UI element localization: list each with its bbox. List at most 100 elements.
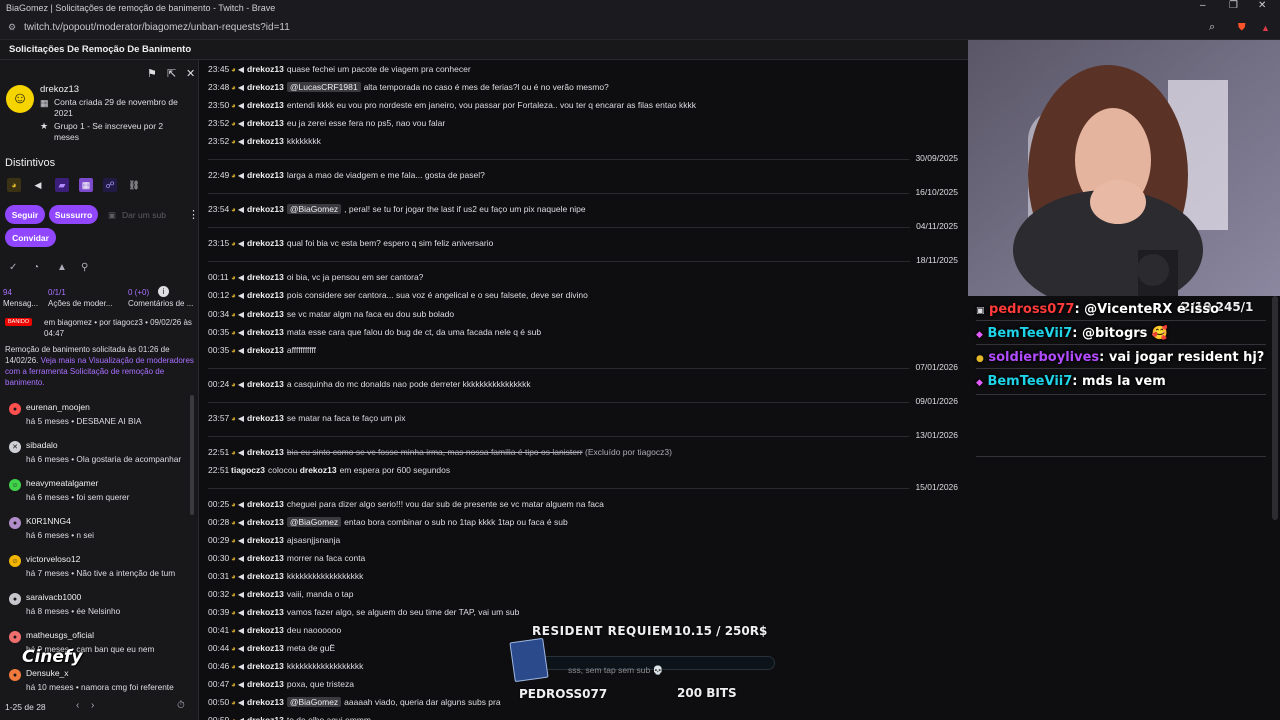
- check-icon[interactable]: ✓: [9, 262, 17, 273]
- message-username[interactable]: drekoz13: [247, 625, 284, 635]
- message-username[interactable]: drekoz13: [247, 136, 284, 146]
- chat-message[interactable]: 23:45 ◕ ◀ drekoz13 quase fechei um pacote de…: [208, 62, 471, 76]
- message-username[interactable]: drekoz13: [247, 64, 284, 74]
- info-icon[interactable]: i: [158, 286, 169, 297]
- chat-message[interactable]: 00:59◕◀drekoz13to de olho aqui emmm: [208, 713, 371, 720]
- message-username[interactable]: drekoz13: [247, 170, 284, 180]
- message-username[interactable]: drekoz13: [247, 715, 284, 720]
- gift-sub-button[interactable]: Dar um sub: [122, 210, 166, 220]
- message-username[interactable]: drekoz13: [247, 327, 284, 337]
- mention[interactable]: @BiaGomez: [286, 697, 342, 708]
- badge-5-icon[interactable]: ☍: [103, 178, 117, 192]
- restore-icon[interactable]: ❐: [1229, 0, 1238, 11]
- mod-actions-label[interactable]: Ações de moder...: [48, 299, 112, 308]
- message-username[interactable]: drekoz13: [247, 82, 284, 92]
- message-username[interactable]: drekoz13: [300, 465, 337, 475]
- chat-message[interactable]: 00:30 ◕ ◀ drekoz13 morrer na faca conta: [208, 551, 365, 565]
- message-username[interactable]: drekoz13: [247, 272, 284, 282]
- mute-badge-icon[interactable]: ◀: [31, 178, 45, 192]
- chat-message[interactable]: 23:48 ◕ ◀ drekoz13 @LucasCRF1981 alta tempora…: [208, 80, 609, 94]
- chat-message[interactable]: 23:52 ◕ ◀ drekoz13 eu ja zerei esse fera no …: [208, 116, 445, 130]
- chat-message[interactable]: 23:15 ◕ ◀ drekoz13 qual foi bia vc esta bem?…: [208, 236, 493, 250]
- list-item[interactable]: ● eurenan_moojen há 5 meses • DESBANE AI…: [0, 398, 190, 436]
- warning-icon[interactable]: ▲: [57, 262, 67, 273]
- list-item[interactable]: ✕ sibadalo há 6 meses • Ola gostaria de …: [0, 436, 190, 474]
- message-username[interactable]: drekoz13: [247, 345, 284, 355]
- brave-shield-icon[interactable]: ⛊: [1238, 22, 1246, 33]
- chat-message[interactable]: 00:39 ◕ ◀ drekoz13 vamos fazer algo, se algu…: [208, 605, 519, 619]
- message-username[interactable]: drekoz13: [247, 379, 284, 389]
- comments-label[interactable]: Comentários de ...: [128, 299, 193, 308]
- message-username[interactable]: drekoz13: [247, 100, 284, 110]
- refresh-icon[interactable]: ⏱: [177, 700, 185, 711]
- chat-message[interactable]: 00:31 ◕ ◀ drekoz13 kkkkkkkkkkkkkkkkkk: [208, 569, 363, 583]
- message-username[interactable]: drekoz13: [247, 607, 284, 617]
- chat-message[interactable]: 00:35 ◕ ◀ drekoz13 afffffffffff: [208, 343, 316, 357]
- chat-message[interactable]: 00:46 ◕ ◀ drekoz13 kkkkkkkkkkkkkkkkkk: [208, 659, 363, 673]
- minimize-icon[interactable]: –: [1200, 0, 1206, 11]
- message-username[interactable]: drekoz13: [247, 238, 284, 248]
- add-mod-icon[interactable]: ⚲: [81, 262, 88, 273]
- chat-message[interactable]: 23:54 ◕ ◀ drekoz13 @BiaGomez, peral! se tu f…: [208, 202, 586, 216]
- badge-6-icon[interactable]: ⛓: [127, 178, 141, 192]
- mention[interactable]: @BiaGomez: [286, 516, 342, 527]
- list-item[interactable]: ☺ victorveloso12 há 7 meses • Não tive a…: [0, 550, 190, 588]
- list-item[interactable]: ● saraivacb1000 há 8 meses • ée Nelsinho: [0, 588, 190, 626]
- message-username[interactable]: drekoz13: [247, 309, 284, 319]
- chat-message[interactable]: 00:24 ◕ ◀ drekoz13 a casquinha do mc donalds…: [208, 377, 531, 391]
- moderator-name[interactable]: tiagocz3: [231, 465, 265, 475]
- chat-message[interactable]: 22:51 tiagocz3 colocou drekoz13 em espera p…: [208, 463, 450, 477]
- chat-message[interactable]: 22:49 ◕ ◀ drekoz13 larga a mao de viadgem e …: [208, 168, 485, 182]
- message-username[interactable]: drekoz13: [247, 517, 284, 527]
- list-item[interactable]: ● K0R1NNG4 há 6 meses • n sei: [0, 512, 190, 550]
- chat-message[interactable]: 00:28 ◕ ◀ drekoz13 @BiaGomez entao bora combi…: [208, 515, 568, 529]
- prev-page-icon[interactable]: ‹: [76, 700, 79, 711]
- message-username[interactable]: drekoz13: [247, 589, 284, 599]
- brave-rewards-icon[interactable]: ▲: [1261, 23, 1270, 33]
- url-text[interactable]: twitch.tv/popout/moderator/biagomez/unba…: [24, 22, 290, 33]
- message-username[interactable]: drekoz13: [247, 447, 284, 457]
- list-item[interactable]: ☺ heavymeatalgamer há 6 meses • foi sem …: [0, 474, 190, 512]
- chat-message[interactable]: 22:51 ◕ ◀ drekoz13 bia eu sinto como se vc f…: [208, 445, 672, 459]
- chat-message[interactable]: 00:25 ◕ ◀ drekoz13 cheguei para dizer algo s…: [208, 497, 604, 511]
- message-username[interactable]: drekoz13: [247, 553, 284, 563]
- chat-message[interactable]: 00:35 ◕ ◀ drekoz13 mata esse cara que falou …: [208, 325, 541, 339]
- messages-label[interactable]: Mensag...: [3, 299, 38, 308]
- chat-message[interactable]: 23:52 ◕ ◀ drekoz13 kkkkkkkk: [208, 134, 321, 148]
- message-username[interactable]: drekoz13: [247, 118, 284, 128]
- sub-badge-icon[interactable]: ◕: [7, 178, 21, 192]
- chat-message[interactable]: 00:34 ◕ ◀ drekoz13 se vc matar algm na faca …: [208, 307, 454, 321]
- message-username[interactable]: drekoz13: [247, 535, 284, 545]
- whisper-button[interactable]: Sussurro: [49, 205, 98, 224]
- message-username[interactable]: drekoz13: [247, 679, 284, 689]
- close-window-icon[interactable]: ✕: [1258, 0, 1266, 11]
- close-card-icon[interactable]: ✕: [186, 67, 195, 80]
- mention[interactable]: @BiaGomez: [286, 204, 342, 215]
- popout-icon[interactable]: ⇱: [167, 67, 176, 80]
- address-bar[interactable]: ⚙ twitch.tv/popout/moderator/biagomez/un…: [0, 16, 1280, 40]
- message-username[interactable]: drekoz13: [247, 413, 284, 423]
- message-username[interactable]: drekoz13: [247, 499, 284, 509]
- chat-message[interactable]: 23:50 ◕ ◀ drekoz13 entendi kkkk eu vou pro n…: [208, 98, 696, 112]
- chat-message[interactable]: 23:57 ◕ ◀ drekoz13 se matar na faca te faço …: [208, 411, 405, 425]
- invite-button[interactable]: Convidar: [5, 228, 56, 247]
- chat-message[interactable]: 00:50 ◕ ◀ drekoz13 @BiaGomez aaaaah viado, qu…: [208, 695, 501, 709]
- list-item[interactable]: ● Densuke_x há 10 meses • namora cmg foi…: [0, 664, 190, 702]
- message-username[interactable]: drekoz13: [247, 290, 284, 300]
- chat-message[interactable]: 00:44 ◕ ◀ drekoz13 meta de guË: [208, 641, 335, 655]
- overlay-scrollbar[interactable]: [1272, 296, 1278, 520]
- message-username[interactable]: drekoz13: [247, 643, 284, 653]
- follow-button[interactable]: Seguir: [5, 205, 45, 224]
- bookmark-icon[interactable]: ⚑: [147, 67, 157, 80]
- chat-message[interactable]: 00:11 ◕ ◀ drekoz13 oi bia, vc ja pensou em s…: [208, 270, 423, 284]
- badge-4-icon[interactable]: ▦: [79, 178, 93, 192]
- timeout-icon[interactable]: ◔: [33, 262, 39, 273]
- site-settings-icon[interactable]: ⚙: [8, 22, 16, 33]
- chat-message[interactable]: 00:47 ◕ ◀ drekoz13 poxa, que tristeza: [208, 677, 354, 691]
- username[interactable]: drekoz13: [40, 84, 79, 95]
- message-username[interactable]: drekoz13: [247, 661, 284, 671]
- badge-3-icon[interactable]: ▰: [55, 178, 69, 192]
- message-username[interactable]: drekoz13: [247, 204, 284, 214]
- message-username[interactable]: drekoz13: [247, 571, 284, 581]
- chat-message[interactable]: 00:41 ◕ ◀ drekoz13 deu naoooooo: [208, 623, 341, 637]
